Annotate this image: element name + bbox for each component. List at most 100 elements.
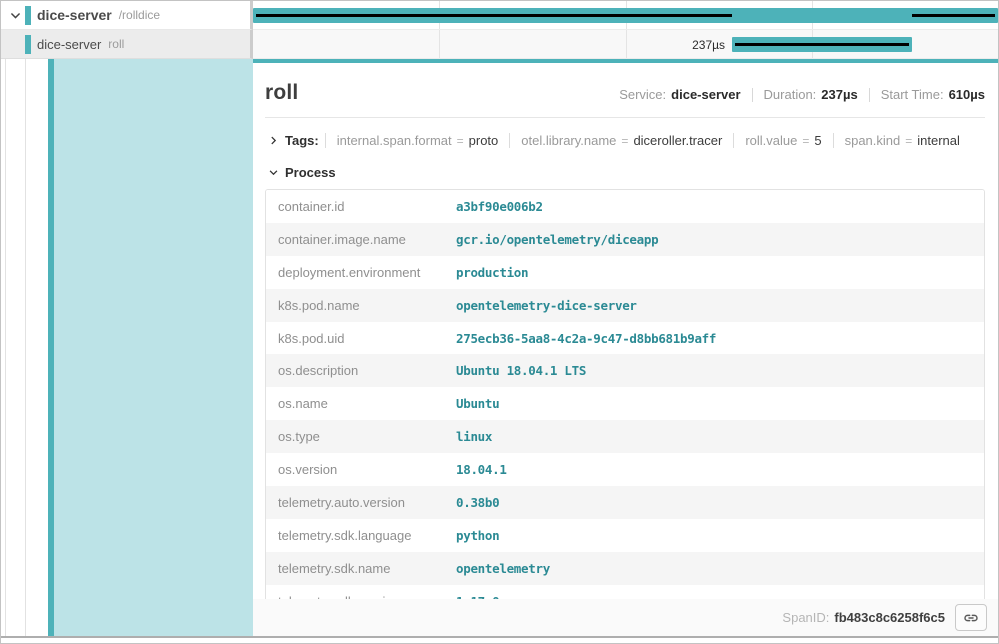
table-row: container.id a3bf90e006b2 (266, 190, 984, 223)
critical-path-segment (256, 14, 732, 17)
indent-guide (25, 59, 26, 636)
tags-section-label: Tags: (285, 133, 319, 148)
tag-equals: = (802, 134, 809, 148)
service-name: dice-server (37, 37, 101, 52)
tag-value: 5 (814, 133, 821, 148)
critical-path-segment (912, 14, 995, 17)
table-row: telemetry.sdk.name opentelemetry (266, 552, 984, 585)
kv-key: os.version (278, 462, 456, 477)
span-name-cell-rolldice[interactable]: dice-server /rolldice (1, 1, 253, 30)
tag-value: proto (469, 133, 499, 148)
indent-guide (5, 59, 6, 636)
span-detail-header: roll Service: dice-server Duration: 237µ… (265, 81, 985, 105)
meta-duration: Duration: 237µs (764, 87, 858, 102)
kv-key: telemetry.sdk.name (278, 561, 456, 576)
link-icon (963, 610, 979, 626)
kv-value: opentelemetry (456, 561, 972, 576)
timeline-cell-roll[interactable]: 237µs (253, 30, 998, 59)
timeline-cell-rolldice[interactable] (253, 1, 998, 30)
critical-path-segment (735, 43, 909, 46)
table-row: os.name Ubuntu (266, 387, 984, 420)
span-row-roll: dice-server roll 237µs (1, 30, 998, 59)
tag-key: span.kind (845, 133, 901, 148)
tag-key: roll.value (745, 133, 797, 148)
tag-equals: = (457, 134, 464, 148)
kv-key: telemetry.sdk.language (278, 528, 456, 543)
kv-key: telemetry.auto.version (278, 495, 456, 510)
tag-key: internal.span.format (337, 133, 452, 148)
grid-tick (626, 30, 627, 58)
table-row: os.description Ubuntu 18.04.1 LTS (266, 354, 984, 387)
table-row: telemetry.sdk.language python (266, 519, 984, 552)
tag-item: internal.span.format = proto (325, 133, 510, 148)
trace-detail-view: dice-server /rolldice dice-server roll 2… (0, 0, 999, 644)
kv-value: gcr.io/opentelemetry/diceapp (456, 232, 972, 247)
kv-key: os.name (278, 396, 456, 411)
tag-key: otel.library.name (521, 133, 616, 148)
meta-label: Service: (619, 87, 666, 102)
span-detail-panel: roll Service: dice-server Duration: 237µ… (253, 59, 998, 636)
selected-span-fill (54, 59, 253, 636)
span-name-cell-roll[interactable]: dice-server roll (1, 30, 253, 59)
kv-key: os.description (278, 363, 456, 378)
operation-name: roll (108, 37, 124, 51)
kv-value: 18.04.1 (456, 462, 972, 477)
kv-key: k8s.pod.uid (278, 331, 456, 346)
meta-label: Duration: (764, 87, 817, 102)
kv-key: os.type (278, 429, 456, 444)
table-row: k8s.pod.name opentelemetry-dice-server (266, 289, 984, 322)
meta-label: Start Time: (881, 87, 944, 102)
meta-service: Service: dice-server (619, 87, 740, 102)
tag-equals: = (905, 134, 912, 148)
operation-name: /rolldice (119, 8, 160, 22)
kv-value: opentelemetry-dice-server (456, 298, 972, 313)
meta-value: dice-server (671, 87, 740, 102)
kv-value: linux (456, 429, 972, 444)
spanid-value: fb483c8c6258f6c5 (834, 610, 945, 625)
row-bottom-divider (1, 636, 998, 638)
table-row: os.type linux (266, 420, 984, 453)
span-title: roll (265, 81, 298, 105)
tag-equals: = (621, 134, 628, 148)
table-row: deployment.environment production (266, 256, 984, 289)
process-kv-table: container.id a3bf90e006b2 container.imag… (265, 189, 985, 619)
meta-start-time: Start Time: 610µs (881, 87, 985, 102)
process-section-label: Process (285, 165, 336, 180)
meta-divider (869, 88, 870, 102)
span-meta: Service: dice-server Duration: 237µs Sta… (619, 87, 985, 102)
kv-value: Ubuntu (456, 396, 972, 411)
kv-value: production (456, 265, 972, 280)
service-color-bar (25, 35, 31, 54)
meta-value: 610µs (949, 87, 985, 102)
table-row: k8s.pod.uid 275ecb36-5aa8-4c2a-9c47-d8bb… (266, 322, 984, 355)
tags-summary-row[interactable]: Tags: internal.span.format = proto otel.… (265, 127, 985, 153)
span-detail-footer: SpanID: fb483c8c6258f6c5 (253, 599, 998, 636)
chevron-right-icon[interactable] (265, 132, 281, 148)
grid-tick (439, 30, 440, 58)
tag-value: diceroller.tracer (633, 133, 722, 148)
copy-link-button[interactable] (955, 604, 987, 631)
chevron-down-icon[interactable] (265, 164, 281, 180)
process-section-header[interactable]: Process (265, 160, 985, 184)
kv-key: container.image.name (278, 232, 456, 247)
collapse-chevron-icon[interactable] (5, 5, 25, 25)
kv-value: 0.38b0 (456, 495, 972, 510)
kv-key: k8s.pod.name (278, 298, 456, 313)
kv-key: deployment.environment (278, 265, 456, 280)
meta-divider (752, 88, 753, 102)
tag-value: internal (917, 133, 960, 148)
kv-value: 275ecb36-5aa8-4c2a-9c47-d8bb681b9aff (456, 331, 972, 346)
tag-item: roll.value = 5 (733, 133, 832, 148)
spanid-label: SpanID: (782, 610, 829, 625)
header-divider (265, 117, 985, 118)
detail-row-gutter (1, 59, 253, 636)
kv-value: Ubuntu 18.04.1 LTS (456, 363, 972, 378)
table-row: os.version 18.04.1 (266, 453, 984, 486)
table-row: telemetry.auto.version 0.38b0 (266, 486, 984, 519)
tag-item: span.kind = internal (833, 133, 971, 148)
meta-value: 237µs (821, 87, 857, 102)
kv-value: a3bf90e006b2 (456, 199, 972, 214)
service-name: dice-server (37, 7, 112, 23)
span-duration-label: 237µs (692, 38, 725, 52)
kv-key: container.id (278, 199, 456, 214)
